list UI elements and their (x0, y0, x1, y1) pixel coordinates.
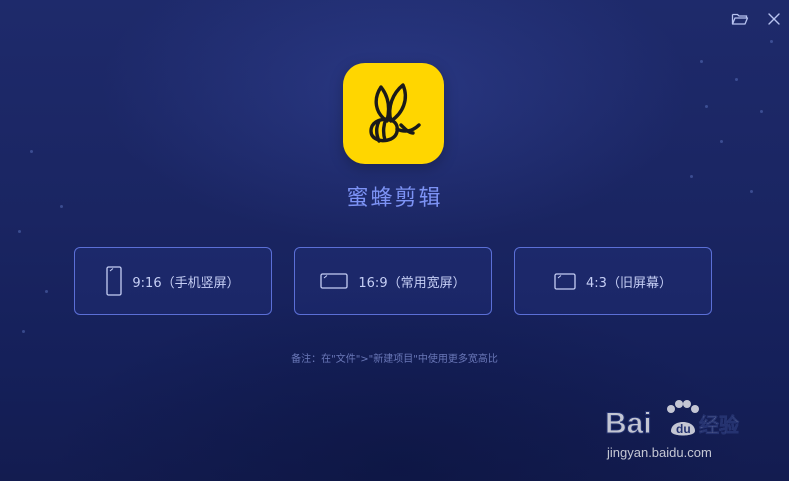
aspect-4-3-label: 4:3（旧屏幕） (586, 275, 672, 291)
svg-text:du: du (676, 422, 691, 436)
folder-open-icon (730, 9, 750, 29)
aspect-9-16-button[interactable]: 9:16（手机竖屏） (74, 247, 272, 315)
portrait-phone-icon (106, 266, 123, 296)
standard-screen-icon (554, 272, 576, 290)
aspect-16-9-button[interactable]: 16:9（常用宽屏） (294, 247, 492, 315)
baidu-jingyan-watermark: Bai du 经验 jingyan.baidu.com (605, 395, 755, 465)
close-button[interactable] (764, 9, 784, 29)
svg-text:经验: 经验 (699, 413, 739, 437)
svg-text:Bai: Bai (605, 407, 652, 440)
aspect-4-3-button[interactable]: 4:3（旧屏幕） (514, 247, 712, 315)
open-folder-button[interactable] (730, 9, 750, 29)
widescreen-icon (320, 273, 349, 289)
app-window: 蜜蜂剪辑 9:16（手机竖屏） 16:9（常用宽屏） 4:3（旧屏幕） 备注：在… (0, 0, 789, 481)
bee-icon (343, 63, 444, 164)
aspect-16-9-label: 16:9（常用宽屏） (358, 275, 466, 291)
svg-text:jingyan.baidu.com: jingyan.baidu.com (606, 445, 712, 460)
close-icon (764, 9, 784, 29)
aspect-ratio-note: 备注：在"文件">"新建项目"中使用更多宽高比 (291, 354, 498, 365)
app-name: 蜜蜂剪辑 (346, 186, 443, 211)
app-logo (343, 63, 444, 164)
aspect-9-16-label: 9:16（手机竖屏） (132, 275, 240, 291)
